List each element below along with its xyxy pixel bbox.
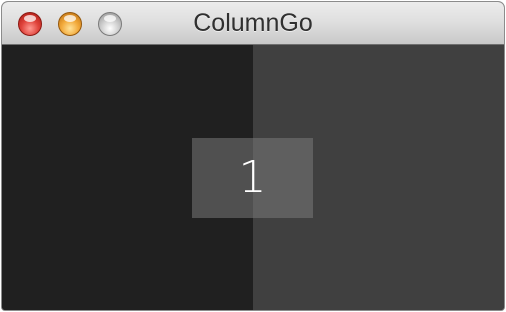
app-window: ColumnGo 1 (2, 2, 504, 310)
minimize-icon[interactable] (58, 12, 82, 36)
close-icon[interactable] (18, 12, 42, 36)
title-bar[interactable]: ColumnGo (2, 2, 504, 45)
game-board: 1 (2, 45, 504, 310)
number-tile: 1 (192, 138, 313, 218)
zoom-icon[interactable] (98, 12, 122, 36)
